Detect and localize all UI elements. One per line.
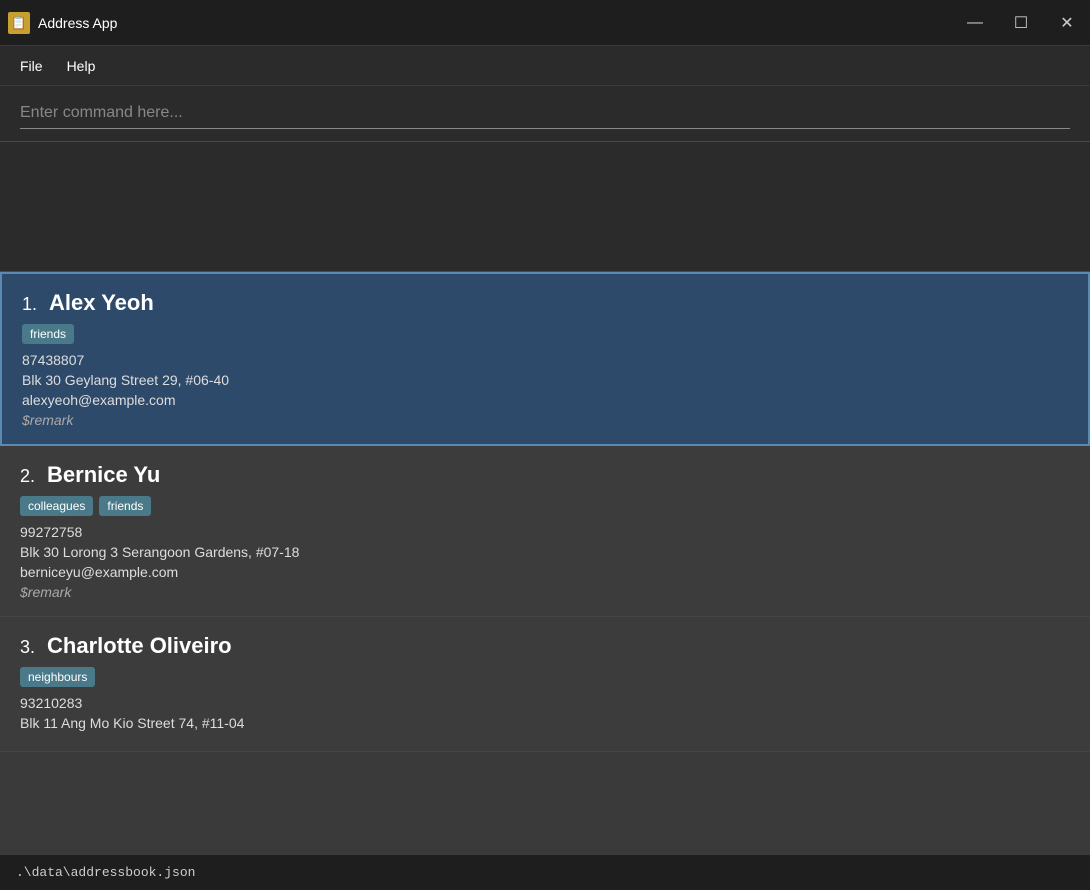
output-area: [0, 142, 1090, 272]
contact-phone: 87438807: [22, 352, 1068, 368]
status-path: .\data\addressbook.json: [16, 865, 195, 880]
title-bar-left: 📋 Address App: [8, 12, 117, 34]
contact-tag: colleagues: [20, 496, 93, 516]
contact-remark: $remark: [22, 412, 1068, 428]
contact-number: 2.: [20, 466, 35, 487]
contact-remark: $remark: [20, 584, 1070, 600]
contact-number-name: 2. Bernice Yu: [20, 462, 1070, 488]
menu-bar: File Help: [0, 46, 1090, 86]
contact-tags: colleagues friends: [20, 496, 1070, 516]
command-input[interactable]: [20, 98, 1070, 129]
menu-help[interactable]: Help: [55, 52, 108, 80]
contact-email: berniceyu@example.com: [20, 564, 1070, 580]
contact-address: Blk 30 Lorong 3 Serangoon Gardens, #07-1…: [20, 544, 1070, 560]
contacts-list: 1. Alex Yeoh friends 87438807 Blk 30 Geylang…: [0, 272, 1090, 854]
minimize-button[interactable]: —: [952, 0, 998, 46]
contact-number-name: 3. Charlotte Oliveiro: [20, 633, 1070, 659]
contact-email: alexyeoh@example.com: [22, 392, 1068, 408]
contact-tag: neighbours: [20, 667, 95, 687]
contact-name: Alex Yeoh: [49, 290, 154, 316]
contact-phone: 99272758: [20, 524, 1070, 540]
app-title: Address App: [38, 15, 117, 31]
app-icon: 📋: [8, 12, 30, 34]
title-bar: 📋 Address App — ☐ ✕: [0, 0, 1090, 46]
menu-file[interactable]: File: [8, 52, 55, 80]
command-area: [0, 86, 1090, 142]
window-controls: — ☐ ✕: [952, 0, 1090, 46]
contact-card[interactable]: 2. Bernice Yu colleagues friends 99272758 Blk…: [0, 446, 1090, 617]
maximize-button[interactable]: ☐: [998, 0, 1044, 46]
contact-address: Blk 11 Ang Mo Kio Street 74, #11-04: [20, 715, 1070, 731]
contact-name: Charlotte Oliveiro: [47, 633, 232, 659]
contact-tags: neighbours: [20, 667, 1070, 687]
app-icon-symbol: 📋: [11, 15, 27, 31]
contact-name: Bernice Yu: [47, 462, 160, 488]
contact-number-name: 1. Alex Yeoh: [22, 290, 1068, 316]
contact-phone: 93210283: [20, 695, 1070, 711]
contact-tags: friends: [22, 324, 1068, 344]
contact-number: 1.: [22, 294, 37, 315]
close-button[interactable]: ✕: [1044, 0, 1090, 46]
contact-card[interactable]: 1. Alex Yeoh friends 87438807 Blk 30 Geylang…: [0, 272, 1090, 446]
contact-tag: friends: [99, 496, 151, 516]
contact-card[interactable]: 3. Charlotte Oliveiro neighbours 93210283 Bl…: [0, 617, 1090, 752]
contact-number: 3.: [20, 637, 35, 658]
status-bar: .\data\addressbook.json: [0, 854, 1090, 890]
contact-address: Blk 30 Geylang Street 29, #06-40: [22, 372, 1068, 388]
contact-tag: friends: [22, 324, 74, 344]
